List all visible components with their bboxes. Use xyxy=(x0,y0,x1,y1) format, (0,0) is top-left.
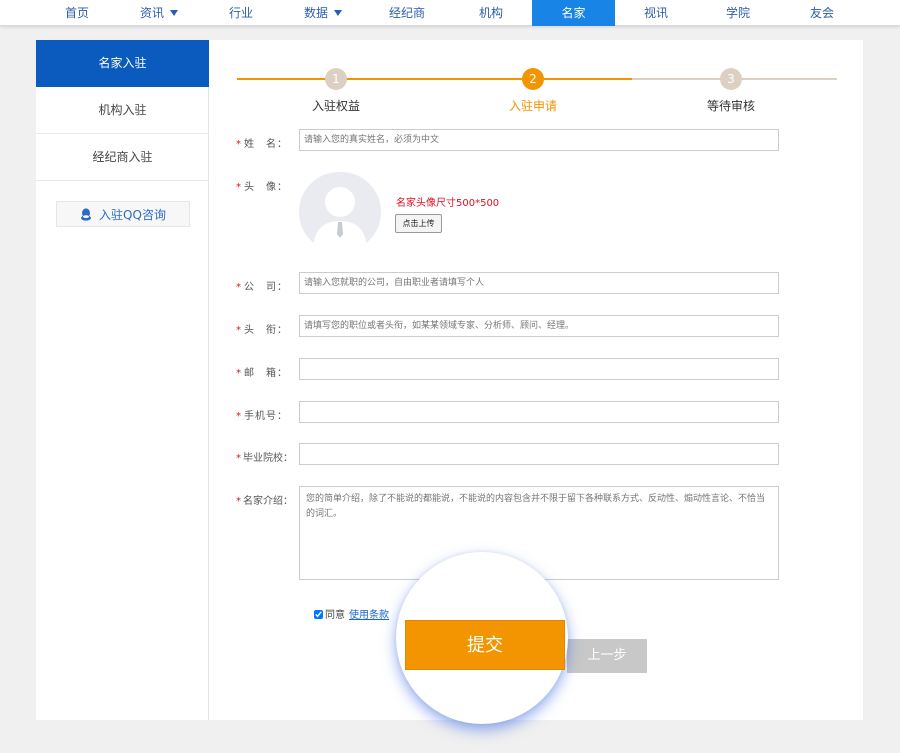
step-1-label: 入驻权益 xyxy=(311,99,360,113)
nav-item-industry[interactable]: 行业 xyxy=(200,0,282,26)
top-nav: 首页 资讯 行业 数据 经纪商 机构 名家 视讯 学院 友会 xyxy=(0,0,900,26)
step-2-circle: 2 xyxy=(522,68,544,90)
required-mark: * xyxy=(236,325,242,336)
qq-consult-label: 入驻QQ咨询 xyxy=(99,208,166,222)
chevron-down-icon xyxy=(170,10,178,16)
required-mark: * xyxy=(236,496,241,507)
company-label-text: 公 司： xyxy=(244,282,288,293)
upload-avatar-button[interactable]: 点击上传 xyxy=(395,214,442,233)
agree-row: 同意 使用条款 xyxy=(314,606,389,621)
email-label: * 邮 箱： xyxy=(236,364,296,379)
nav-item-friends[interactable]: 友会 xyxy=(780,0,864,26)
step-3-circle: 3 xyxy=(720,68,742,90)
school-label: * 毕业院校： xyxy=(236,449,298,464)
nav-item-data-label: 数据 xyxy=(303,6,328,20)
required-mark: * xyxy=(236,368,242,379)
email-field[interactable] xyxy=(299,358,779,380)
phone-label: * 手机号： xyxy=(236,407,296,422)
avatar-placeholder xyxy=(299,172,381,252)
nav-item-news[interactable]: 资讯 xyxy=(118,0,200,26)
qq-icon xyxy=(81,208,92,221)
prev-step-button[interactable]: 上一步 xyxy=(567,639,647,673)
intro-label: * 名家介绍： xyxy=(236,492,298,507)
intro-textarea[interactable] xyxy=(299,486,779,580)
sidebar-item-expert-join[interactable]: 名家入驻 xyxy=(36,40,209,87)
step-3-label: 等待审核 xyxy=(706,99,755,113)
nav-item-home[interactable]: 首页 xyxy=(36,0,118,26)
required-mark: * xyxy=(236,411,242,422)
company-label: * 公 司： xyxy=(236,278,296,293)
progress-line-done xyxy=(237,78,632,80)
required-mark: * xyxy=(236,453,241,464)
nav-item-data[interactable]: 数据 xyxy=(282,0,364,26)
name-label-text: 姓 名： xyxy=(244,139,288,150)
sidebar-item-institution-join[interactable]: 机构入驻 xyxy=(36,87,209,134)
required-mark: * xyxy=(236,282,242,293)
nav-item-video[interactable]: 视讯 xyxy=(615,0,697,26)
required-mark: * xyxy=(236,182,242,193)
nav-item-institution[interactable]: 机构 xyxy=(450,0,532,26)
submit-button[interactable]: 提交 xyxy=(405,620,565,670)
step-2-label: 入驻申请 xyxy=(508,99,557,113)
nav-item-experts[interactable]: 名家 xyxy=(532,0,615,26)
agree-label: 同意 xyxy=(325,610,345,621)
avatar-size-note: 名家头像尺寸500*500 xyxy=(396,198,500,209)
phone-field[interactable] xyxy=(299,401,779,423)
qq-consult-button[interactable]: 入驻QQ咨询 xyxy=(56,201,190,227)
nav-item-academy[interactable]: 学院 xyxy=(697,0,779,26)
required-mark: * xyxy=(236,139,242,150)
chevron-down-icon xyxy=(334,10,342,16)
nav-item-broker[interactable]: 经纪商 xyxy=(366,0,448,26)
sidebar-item-broker-join[interactable]: 经纪商入驻 xyxy=(36,134,209,181)
avatar-label: * 头 像： xyxy=(236,178,296,193)
school-field[interactable] xyxy=(299,443,779,465)
agree-checkbox[interactable] xyxy=(314,610,323,619)
name-label: * 姓 名： xyxy=(236,135,296,150)
title-label-text: 头 衔： xyxy=(244,325,288,336)
phone-label-text: 手机号： xyxy=(244,411,288,422)
nav-item-news-label: 资讯 xyxy=(139,6,164,20)
step-1-circle: 1 xyxy=(325,68,347,90)
title-label: * 头 衔： xyxy=(236,321,296,336)
intro-label-text: 名家介绍： xyxy=(243,496,293,507)
email-label-text: 邮 箱： xyxy=(244,368,288,379)
sidebar: 名家入驻 机构入驻 经纪商入驻 入驻QQ咨询 xyxy=(36,40,209,720)
company-input[interactable] xyxy=(299,272,779,294)
avatar-placeholder-icon xyxy=(313,187,367,252)
name-input[interactable] xyxy=(299,129,779,151)
title-input[interactable] xyxy=(299,315,779,337)
school-label-text: 毕业院校： xyxy=(243,453,293,464)
avatar-label-text: 头 像： xyxy=(244,182,288,193)
terms-link[interactable]: 使用条款 xyxy=(349,610,389,621)
